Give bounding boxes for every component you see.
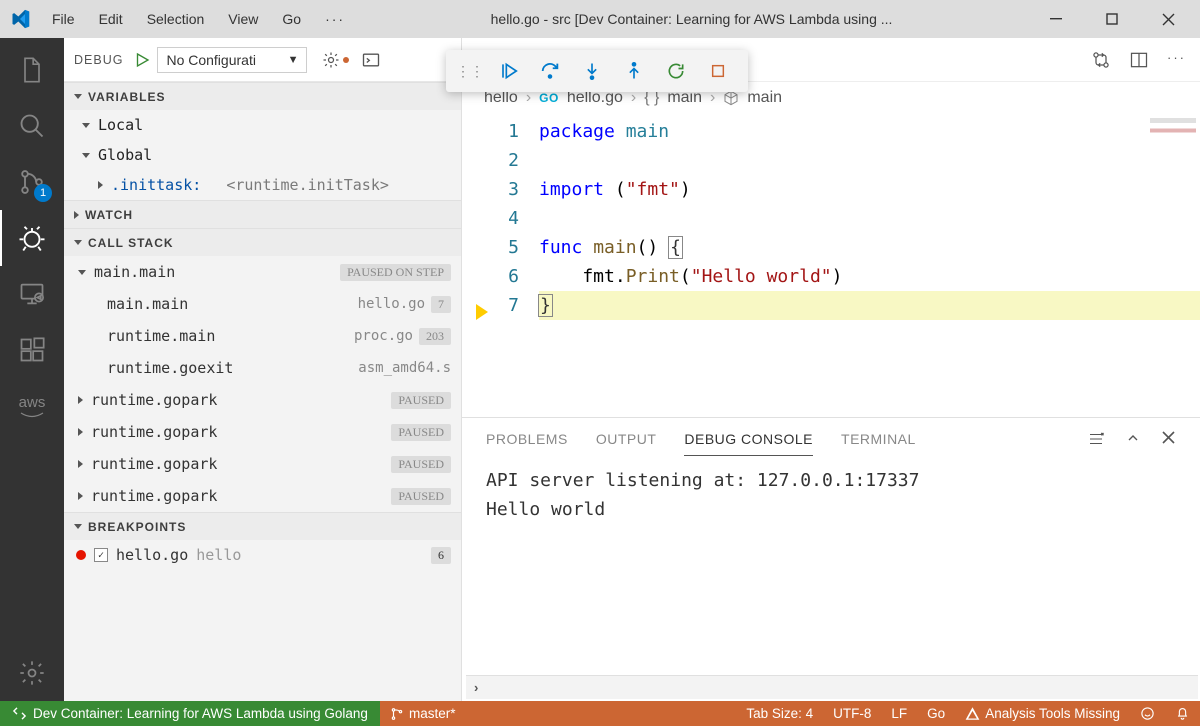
menu-go[interactable]: Go bbox=[272, 7, 311, 31]
callstack-row[interactable]: runtime.goexitasm_amd64.s bbox=[64, 352, 461, 384]
callstack-row[interactable]: main.mainhello.go7 bbox=[64, 288, 461, 320]
menu-view[interactable]: View bbox=[218, 7, 268, 31]
continue-button[interactable] bbox=[488, 51, 528, 91]
stop-button[interactable] bbox=[698, 51, 738, 91]
compare-changes-icon[interactable] bbox=[1091, 50, 1111, 70]
breakpoint-checkbox[interactable]: ✓ bbox=[94, 548, 108, 562]
step-over-button[interactable] bbox=[530, 51, 570, 91]
minimap[interactable] bbox=[1140, 114, 1200, 417]
feedback-icon[interactable] bbox=[1130, 706, 1165, 721]
status-warning[interactable]: Analysis Tools Missing bbox=[955, 706, 1130, 721]
notifications-icon[interactable] bbox=[1165, 706, 1200, 721]
window-title: hello.go - src [Dev Container: Learning … bbox=[355, 11, 1028, 27]
callstack-row[interactable]: runtime.goparkPAUSED bbox=[64, 384, 461, 416]
breakpoint-dot-icon bbox=[76, 550, 86, 560]
step-into-button[interactable] bbox=[572, 51, 612, 91]
settings-gear-icon[interactable] bbox=[0, 645, 64, 701]
source-control-icon[interactable]: 1 bbox=[0, 154, 64, 210]
panel-tabs: PROBLEMS OUTPUT DEBUG CONSOLE TERMINAL bbox=[462, 418, 1200, 460]
scm-badge: 1 bbox=[34, 184, 52, 202]
minimize-button[interactable] bbox=[1028, 0, 1084, 38]
variable-inittask[interactable]: .inittask: <runtime.initTask> bbox=[64, 170, 461, 200]
debug-icon[interactable] bbox=[0, 210, 64, 266]
clear-console-icon[interactable] bbox=[1087, 430, 1105, 448]
go-file-icon: GO bbox=[539, 91, 559, 105]
menu-more-icon[interactable]: ··· bbox=[315, 7, 355, 31]
tab-output[interactable]: OUTPUT bbox=[596, 431, 657, 447]
maximize-button[interactable] bbox=[1084, 0, 1140, 38]
debug-label: DEBUG bbox=[74, 53, 123, 67]
status-tabsize[interactable]: Tab Size: 4 bbox=[736, 706, 823, 721]
git-branch[interactable]: master* bbox=[380, 706, 466, 721]
close-button[interactable] bbox=[1140, 0, 1196, 38]
callstack-row[interactable]: main.mainPAUSED ON STEP bbox=[64, 256, 461, 288]
activity-bar: 1 aws bbox=[0, 38, 64, 701]
breakpoints-section-header[interactable]: BREAKPOINTS bbox=[64, 512, 461, 540]
debug-floating-toolbar[interactable]: ⋮⋮ bbox=[446, 50, 748, 92]
remote-indicator[interactable]: Dev Container: Learning for AWS Lambda u… bbox=[0, 701, 380, 726]
collapse-panel-icon[interactable] bbox=[1125, 430, 1141, 448]
start-debug-button[interactable] bbox=[133, 51, 151, 69]
debug-toolbar-header: DEBUG No Configurati▼ bbox=[64, 38, 461, 82]
extensions-icon[interactable] bbox=[0, 322, 64, 378]
debug-config-select[interactable]: No Configurati▼ bbox=[157, 47, 307, 73]
callstack-row[interactable]: runtime.goparkPAUSED bbox=[64, 480, 461, 512]
status-eol[interactable]: LF bbox=[881, 706, 917, 721]
window-controls bbox=[1028, 0, 1196, 38]
callstack-row[interactable]: runtime.mainproc.go203 bbox=[64, 320, 461, 352]
explorer-icon[interactable] bbox=[0, 42, 64, 98]
menu-selection[interactable]: Selection bbox=[137, 7, 215, 31]
variables-local[interactable]: Local bbox=[64, 110, 461, 140]
bottom-panel: PROBLEMS OUTPUT DEBUG CONSOLE TERMINAL A… bbox=[462, 417, 1200, 701]
tab-debug-console[interactable]: DEBUG CONSOLE bbox=[684, 431, 813, 456]
close-panel-icon[interactable] bbox=[1161, 430, 1176, 448]
variables-section-header[interactable]: VARIABLES bbox=[64, 82, 461, 110]
status-bar: Dev Container: Learning for AWS Lambda u… bbox=[0, 701, 1200, 726]
title-bar: File Edit Selection View Go ··· hello.go… bbox=[0, 0, 1200, 38]
aws-icon[interactable]: aws bbox=[0, 378, 64, 434]
callstack-row[interactable]: runtime.goparkPAUSED bbox=[64, 448, 461, 480]
debug-console-output[interactable]: API server listening at: 127.0.0.1:17337… bbox=[462, 460, 1200, 701]
debug-settings-button[interactable] bbox=[321, 50, 349, 70]
debug-console-toggle[interactable] bbox=[361, 50, 381, 70]
drag-handle-icon[interactable]: ⋮⋮ bbox=[456, 63, 484, 80]
callstack-section-header[interactable]: CALL STACK bbox=[64, 228, 461, 256]
more-actions-icon[interactable]: ··· bbox=[1167, 50, 1186, 70]
restart-button[interactable] bbox=[656, 51, 696, 91]
vscode-logo-icon bbox=[10, 9, 30, 29]
search-icon[interactable] bbox=[0, 98, 64, 154]
chevron-right-icon: › bbox=[474, 680, 478, 695]
code-editor[interactable]: 1234567 package mainimport ("fmt")func m… bbox=[462, 114, 1200, 417]
remote-explorer-icon[interactable] bbox=[0, 266, 64, 322]
variables-global[interactable]: Global bbox=[64, 140, 461, 170]
tab-terminal[interactable]: TERMINAL bbox=[841, 431, 916, 447]
package-icon bbox=[723, 90, 739, 106]
tab-problems[interactable]: PROBLEMS bbox=[486, 431, 568, 447]
menu-bar: File Edit Selection View Go ··· bbox=[42, 7, 355, 31]
status-encoding[interactable]: UTF-8 bbox=[823, 706, 881, 721]
debug-sidebar: DEBUG No Configurati▼ VARIABLES Local Gl… bbox=[64, 38, 462, 701]
callstack-row[interactable]: runtime.goparkPAUSED bbox=[64, 416, 461, 448]
watch-section-header[interactable]: WATCH bbox=[64, 200, 461, 228]
menu-file[interactable]: File bbox=[42, 7, 85, 31]
split-editor-icon[interactable] bbox=[1129, 50, 1149, 70]
editor-area: ··· hello› GO hello.go› { } main› main 1… bbox=[462, 38, 1200, 701]
menu-edit[interactable]: Edit bbox=[89, 7, 133, 31]
step-out-button[interactable] bbox=[614, 51, 654, 91]
breakpoint-row[interactable]: ✓ hello.go hello 6 bbox=[64, 540, 461, 570]
status-language[interactable]: Go bbox=[917, 706, 955, 721]
debug-console-input[interactable]: › bbox=[466, 675, 1198, 699]
